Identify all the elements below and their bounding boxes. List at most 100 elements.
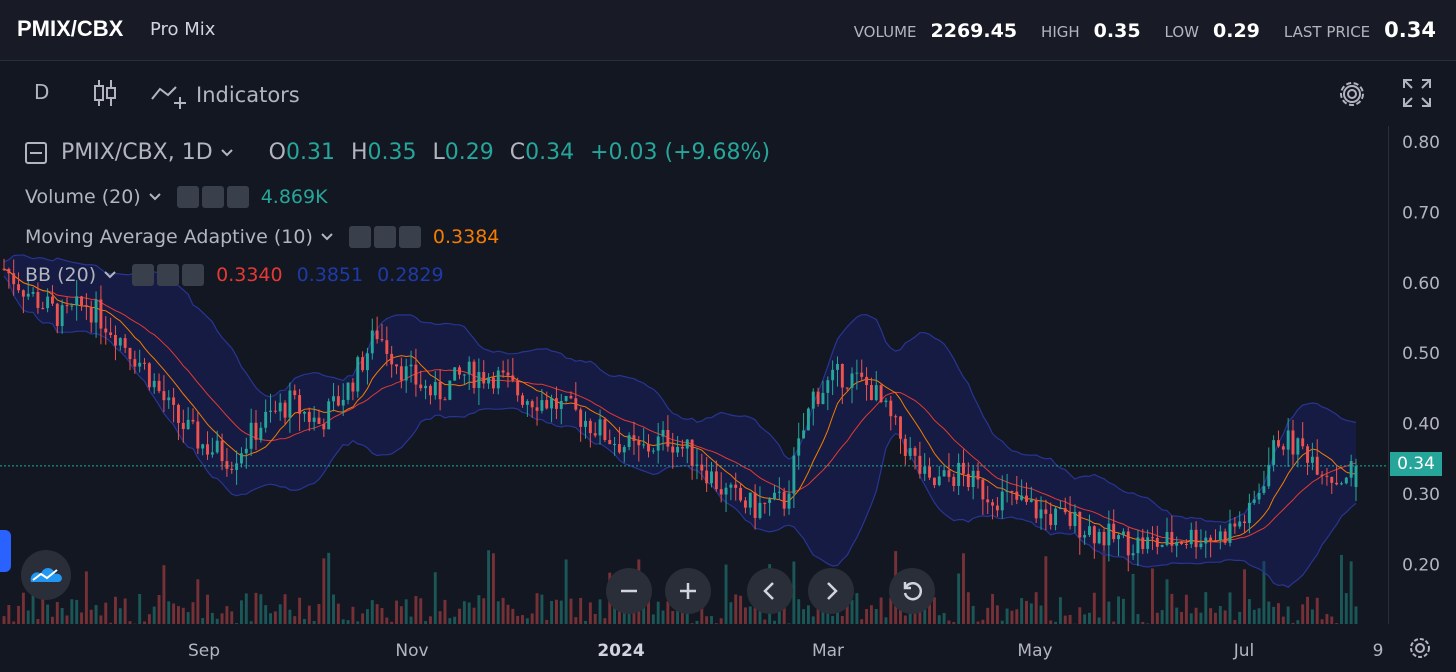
volume-bar <box>1310 609 1314 624</box>
maa-indicator-value: 0.3384 <box>432 226 500 248</box>
volume-bar <box>1117 596 1121 624</box>
candle-body <box>816 391 820 404</box>
volume-bar <box>235 623 239 624</box>
volume-bar <box>1214 612 1217 624</box>
volume-bar <box>574 617 578 624</box>
volume-bar <box>1349 561 1353 624</box>
chevron-down-icon[interactable] <box>319 231 335 243</box>
candle-body <box>283 402 287 418</box>
plus-icon <box>680 583 696 599</box>
volume-bar <box>1286 606 1290 624</box>
volume-bar <box>201 618 205 624</box>
candle-body <box>1131 553 1135 556</box>
candle-body <box>17 284 20 291</box>
volume-bar <box>584 620 587 624</box>
x-axis-labels: Sep Nov 2024 Mar May Jul 9 <box>188 641 1383 661</box>
candle-body <box>845 387 849 389</box>
scroll-right-button[interactable] <box>808 568 854 614</box>
candle-body <box>501 370 505 373</box>
volume-bar <box>1141 621 1145 624</box>
volume-indicator-name[interactable]: Volume (20) <box>25 186 141 208</box>
volume-bar <box>332 594 335 624</box>
volume-bar <box>70 599 74 624</box>
chevron-down-icon[interactable] <box>147 191 163 203</box>
side-panel-toggle[interactable] <box>0 530 11 572</box>
candle-body <box>894 416 898 418</box>
volume-bar <box>94 605 98 624</box>
volume-bar <box>554 599 558 624</box>
volume-bar <box>162 565 166 624</box>
candle-body <box>99 299 103 329</box>
close-icon[interactable] <box>226 186 249 208</box>
bb-lower-value: 0.2829 <box>377 264 444 286</box>
candle-body <box>1247 502 1251 524</box>
volume-bar <box>739 595 743 624</box>
candle-body <box>1073 511 1077 527</box>
candle-body <box>806 408 810 431</box>
candle-body <box>1151 537 1154 539</box>
volume-bar <box>1092 592 1096 624</box>
volume-bar <box>191 602 195 624</box>
candle-body <box>787 493 791 509</box>
candle-body <box>559 400 563 409</box>
gear-icon[interactable] <box>373 226 396 248</box>
volume-bar <box>1247 599 1251 624</box>
volume-bar <box>375 604 379 624</box>
volume-bar <box>390 621 394 624</box>
volume-bar <box>879 597 883 624</box>
price-axis[interactable] <box>1388 126 1456 624</box>
zoom-out-button[interactable] <box>606 568 652 614</box>
price-chart[interactable]: 0.800.700.600.500.400.300.20 Sep Nov 2024 M… <box>0 0 1456 672</box>
gear-icon[interactable] <box>157 264 180 286</box>
cloud-logo-icon[interactable] <box>21 550 71 600</box>
candle-body <box>1296 438 1300 455</box>
eye-icon[interactable] <box>132 264 155 286</box>
volume-bar <box>2 616 6 624</box>
candle-body <box>584 420 587 427</box>
volume-bar <box>748 606 752 624</box>
candle-body <box>1306 446 1309 463</box>
gear-icon[interactable] <box>201 186 224 208</box>
axis-settings-icon[interactable] <box>1406 634 1434 662</box>
close-icon[interactable] <box>182 264 205 286</box>
volume-bar <box>1029 603 1033 624</box>
chevron-down-icon[interactable] <box>102 269 118 281</box>
scroll-left-button[interactable] <box>747 568 793 614</box>
volume-bar <box>995 605 999 624</box>
legend-symbol[interactable]: PMIX/CBX, 1D <box>61 140 213 165</box>
volume-bar <box>225 606 229 624</box>
candle-body <box>332 396 335 402</box>
zoom-in-button[interactable] <box>665 568 711 614</box>
reset-chart-button[interactable] <box>889 568 935 614</box>
volume-bar <box>317 604 321 624</box>
volume-bar <box>239 600 243 624</box>
candle-body <box>714 471 718 490</box>
volume-bar <box>196 579 200 624</box>
volume-bar <box>521 615 524 624</box>
chevron-down-icon[interactable] <box>219 147 235 159</box>
candle-body <box>1204 537 1208 544</box>
maa-indicator-name[interactable]: Moving Average Adaptive (10) <box>25 226 313 248</box>
volume-bar <box>1170 593 1174 624</box>
candle-body <box>676 446 680 453</box>
volume-bar <box>932 597 936 624</box>
volume-bar <box>811 616 815 624</box>
close-icon[interactable] <box>398 226 421 248</box>
candle-body <box>453 367 457 381</box>
volume-bar <box>1005 608 1009 624</box>
volume-bar <box>298 597 302 624</box>
candle-body <box>395 364 398 367</box>
eye-icon[interactable] <box>176 186 199 208</box>
volume-bar <box>104 602 108 624</box>
candle-body <box>1315 456 1319 475</box>
candle-body <box>903 438 907 456</box>
collapse-legend-icon[interactable] <box>25 141 47 164</box>
volume-bar <box>724 564 728 624</box>
volume-bar <box>1257 608 1261 624</box>
bb-indicator-name[interactable]: BB (20) <box>25 264 96 286</box>
candle-body <box>530 401 534 408</box>
eye-icon[interactable] <box>348 226 371 248</box>
x-tick-label: May <box>1017 641 1052 661</box>
candle-body <box>758 502 762 518</box>
volume-bar <box>84 571 88 624</box>
